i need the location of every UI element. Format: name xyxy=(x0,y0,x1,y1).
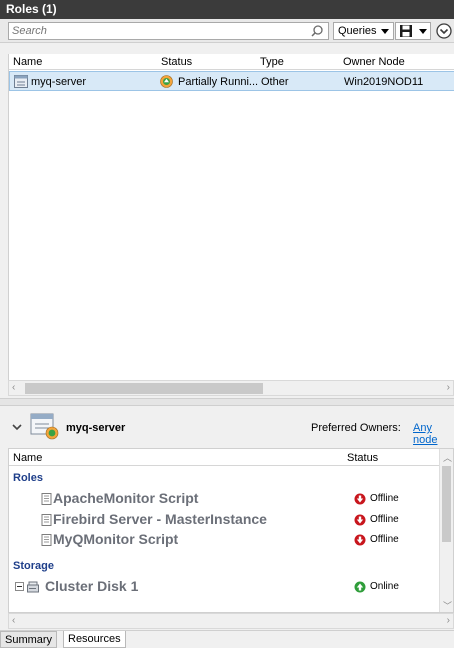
script-resource-icon xyxy=(41,514,52,526)
roles-table: Name Status Type Owner Node myq-server P… xyxy=(8,54,454,380)
resource-name: ApacheMonitor Script xyxy=(53,490,199,506)
queries-dropdown[interactable]: Queries xyxy=(333,22,394,40)
role-owner-node: Win2019NOD11 xyxy=(344,76,424,88)
resource-status: Online xyxy=(370,581,399,592)
scroll-right-icon[interactable]: › xyxy=(447,383,450,393)
tab-summary[interactable]: Summary xyxy=(0,631,58,648)
partially-running-icon xyxy=(160,75,173,88)
server-role-icon xyxy=(30,413,59,440)
scroll-down-icon[interactable]: ﹀ xyxy=(443,599,452,612)
scroll-left-icon[interactable]: ‹ xyxy=(12,616,15,626)
floppy-disk-icon xyxy=(400,25,412,37)
resource-status: Offline xyxy=(370,534,399,545)
offline-arrow-icon xyxy=(354,534,366,546)
offline-arrow-icon xyxy=(354,493,366,505)
resources-table-header: Name Status xyxy=(9,449,453,466)
chevron-down-icon xyxy=(419,29,427,34)
column-header-owner-node[interactable]: Owner Node xyxy=(343,56,405,68)
list-item[interactable]: Firebird Server - MasterInstance Offline xyxy=(9,511,439,529)
offline-arrow-icon xyxy=(354,514,366,526)
detail-header: myq-server Preferred Owners: Any node xyxy=(8,408,454,446)
resources-horizontal-scrollbar[interactable]: ‹ › xyxy=(8,613,454,629)
column-header-name[interactable]: Name xyxy=(13,452,42,464)
list-item[interactable]: MyQMonitor Script Offline xyxy=(9,531,439,549)
search-input[interactable] xyxy=(9,23,304,39)
role-status: Partially Runni... xyxy=(178,76,259,88)
chevron-circle-down-icon[interactable] xyxy=(435,22,453,40)
group-label-storage: Storage xyxy=(13,560,54,572)
save-query-button[interactable] xyxy=(395,22,431,40)
scrollbar-thumb[interactable] xyxy=(442,466,451,542)
preferred-owners-label: Preferred Owners: xyxy=(311,422,401,434)
scroll-left-icon[interactable]: ‹ xyxy=(12,383,15,393)
pane-splitter[interactable] xyxy=(0,398,454,406)
disk-icon xyxy=(27,581,39,593)
failover-cluster-roles-pane: Roles (1) Queries Name xyxy=(0,0,454,648)
queries-label: Queries xyxy=(338,25,377,37)
role-name: myq-server xyxy=(31,76,87,88)
scroll-right-icon[interactable]: › xyxy=(447,616,450,626)
script-resource-icon xyxy=(41,534,52,546)
server-role-icon xyxy=(14,75,28,88)
column-header-status[interactable]: Status xyxy=(161,56,192,68)
column-header-status[interactable]: Status xyxy=(347,452,378,464)
resource-name: MyQMonitor Script xyxy=(53,531,179,547)
column-header-name[interactable]: Name xyxy=(13,56,42,68)
resource-name: Cluster Disk 1 xyxy=(45,578,139,594)
scroll-up-icon[interactable]: ︿ xyxy=(443,451,452,464)
resources-vertical-scrollbar[interactable]: ︿ ﹀ xyxy=(439,449,453,612)
search-box[interactable] xyxy=(8,22,329,40)
group-label-roles: Roles xyxy=(13,472,43,484)
resource-name: Firebird Server - MasterInstance xyxy=(53,511,267,527)
table-row[interactable]: myq-server Partially Runni... Other Win2… xyxy=(9,71,454,91)
resource-status: Offline xyxy=(370,514,399,525)
search-icon[interactable] xyxy=(310,24,324,38)
tab-resources[interactable]: Resources xyxy=(63,631,126,648)
roles-horizontal-scrollbar[interactable]: ‹ › xyxy=(8,380,454,396)
list-item[interactable]: Cluster Disk 1 Online xyxy=(9,578,439,596)
roles-header-title: Roles (1) xyxy=(0,0,454,19)
bottom-tabs: Summary Resources xyxy=(0,630,454,648)
chevron-down-icon[interactable] xyxy=(12,423,22,431)
resource-status: Offline xyxy=(370,493,399,504)
list-item[interactable]: ApacheMonitor Script Offline xyxy=(9,490,439,508)
online-arrow-icon xyxy=(354,581,366,593)
resources-table: Name Status Roles ApacheMonitor Script O… xyxy=(8,448,454,613)
search-toolbar: Queries xyxy=(0,19,454,43)
scrollbar-thumb[interactable] xyxy=(25,383,263,394)
script-resource-icon xyxy=(41,493,52,505)
preferred-owners-link[interactable]: Any node xyxy=(413,422,454,446)
collapse-minus-icon[interactable] xyxy=(15,582,24,591)
role-type: Other xyxy=(261,76,289,88)
roles-table-header: Name Status Type Owner Node xyxy=(9,54,454,70)
column-header-type[interactable]: Type xyxy=(260,56,284,68)
detail-title: myq-server xyxy=(66,422,126,434)
chevron-down-icon xyxy=(381,29,389,34)
